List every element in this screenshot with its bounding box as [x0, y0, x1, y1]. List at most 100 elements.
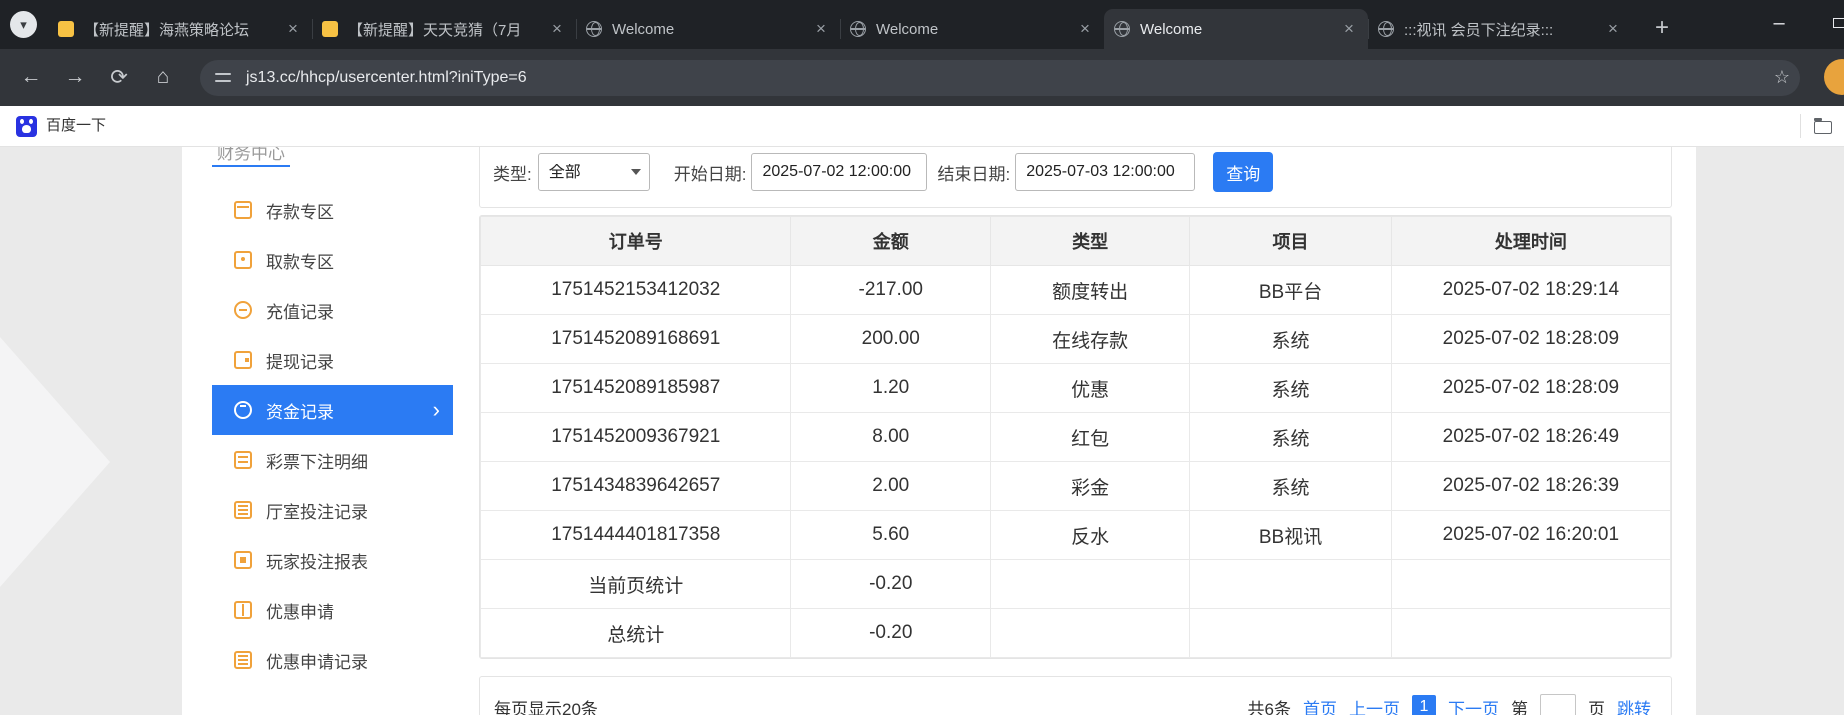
sidebar-item-lottery-bet-detail[interactable]: 彩票下注明细 — [212, 435, 453, 485]
bookmark-item-baidu[interactable]: 百度一下 — [46, 106, 106, 146]
col-process-time: 处理时间 — [1391, 217, 1670, 266]
jump-button[interactable]: 跳转 — [1617, 695, 1651, 715]
prev-page-link[interactable]: 上一页 — [1349, 695, 1400, 715]
site-info-icon[interactable] — [215, 70, 231, 86]
close-icon[interactable]: × — [1076, 19, 1094, 39]
cell-process-time: 2025-07-02 18:28:09 — [1391, 364, 1670, 413]
current-page-badge[interactable]: 1 — [1412, 695, 1436, 715]
sidebar-item-player-bet-report[interactable]: 玩家投注报表 — [212, 535, 453, 585]
browser-tab[interactable]: Welcome × — [840, 9, 1104, 49]
pagination-row: 每页显示20条 共6条 首页 上一页 1 下一页 第 页 跳转 — [494, 693, 1651, 715]
cell-empty — [1391, 560, 1670, 609]
wallet-icon — [234, 351, 252, 369]
sidebar-item-label: 优惠申请 — [266, 598, 334, 623]
background-triangle-decoration — [0, 337, 110, 587]
globe-favicon-icon — [850, 21, 866, 37]
table-row: 1751444401817358 5.60 反水 BB视讯 2025-07-02… — [481, 511, 1671, 560]
filter-panel: 类型: 全部 开始日期: 结束日期: 查询 — [479, 147, 1672, 208]
home-button[interactable]: ⌂ — [149, 63, 177, 91]
window-maximize-button[interactable] — [1833, 18, 1844, 28]
start-date-input[interactable] — [751, 153, 927, 191]
browser-tab[interactable]: 【新提醒】海燕策略论坛 × — [48, 9, 312, 49]
cell-type: 在线存款 — [991, 315, 1190, 364]
browser-tab[interactable]: 【新提醒】天天竞猜（7月 × — [312, 9, 576, 49]
type-select[interactable]: 全部 — [538, 153, 650, 191]
cell-amount: -217.00 — [791, 266, 991, 315]
sidebar-item-promo-apply[interactable]: 优惠申请 — [212, 585, 453, 635]
type-label: 类型: — [493, 160, 532, 185]
reload-button[interactable]: ⟳ — [105, 63, 133, 91]
cell-empty — [1391, 609, 1670, 658]
close-icon[interactable]: × — [548, 19, 566, 39]
next-page-link[interactable]: 下一页 — [1448, 695, 1499, 715]
chevron-down-icon: ▾ — [20, 17, 27, 33]
browser-tab[interactable]: Welcome × — [576, 9, 840, 49]
profile-avatar[interactable] — [1824, 59, 1844, 95]
pagination-controls: 共6条 首页 上一页 1 下一页 第 页 跳转 — [1248, 694, 1651, 715]
sidebar-item-label: 彩票下注明细 — [266, 448, 368, 473]
bookmarks-divider — [1800, 114, 1801, 138]
cash-icon — [234, 251, 252, 269]
window-minimize-button[interactable]: – — [1756, 6, 1802, 40]
plus-icon: + — [1655, 14, 1669, 42]
sidebar-item-label: 存款专区 — [266, 198, 334, 223]
table-row: 1751434839642657 2.00 彩金 系统 2025-07-02 1… — [481, 462, 1671, 511]
cell-project: 系统 — [1190, 413, 1391, 462]
yellow-favicon-icon — [322, 21, 338, 37]
pagination-panel: 每页显示20条 共6条 首页 上一页 1 下一页 第 页 跳转 — [479, 676, 1672, 715]
end-date-label: 结束日期: — [937, 160, 1010, 185]
cell-order-id: 1751434839642657 — [481, 462, 791, 511]
sidebar-item-promo-apply-record[interactable]: 优惠申请记录 — [212, 635, 453, 685]
back-icon: ← — [21, 65, 42, 89]
bookmark-star-icon[interactable]: ☆ — [1774, 67, 1790, 88]
sidebar-section-label: 财务中心 — [217, 147, 285, 164]
sidebar-item-fund-record-active[interactable]: 资金记录 › — [212, 385, 453, 435]
browser-tab-active[interactable]: Welcome × — [1104, 9, 1368, 49]
close-icon[interactable]: × — [1340, 19, 1358, 39]
tab-search-button[interactable]: ▾ — [10, 11, 37, 38]
records-table-panel: 订单号 金额 类型 项目 处理时间 1751452153412032 -217.… — [479, 215, 1672, 659]
close-icon[interactable]: × — [284, 19, 302, 39]
jump-page-input[interactable] — [1540, 694, 1576, 715]
sidebar-item-room-bet-record[interactable]: 厅室投注记录 — [212, 485, 453, 535]
tab-title: 【新提醒】海燕策略论坛 — [84, 19, 274, 40]
table-row-page-total: 当前页统计 -0.20 — [481, 560, 1671, 609]
cell-label: 总统计 — [481, 609, 791, 658]
cell-amount: -0.20 — [791, 560, 991, 609]
bookmarks-folder-icon[interactable] — [1814, 121, 1832, 134]
new-tab-button[interactable]: + — [1646, 12, 1678, 44]
cell-process-time: 2025-07-02 18:29:14 — [1391, 266, 1670, 315]
address-bar[interactable]: js13.cc/hhcp/usercenter.html?iniType=6 ☆ — [200, 60, 1800, 96]
cell-order-id: 1751452089168691 — [481, 315, 791, 364]
cell-process-time: 2025-07-02 16:20:01 — [1391, 511, 1670, 560]
forward-button[interactable]: → — [61, 63, 89, 91]
cell-type: 彩金 — [991, 462, 1190, 511]
cell-process-time: 2025-07-02 18:26:49 — [1391, 413, 1670, 462]
first-page-link[interactable]: 首页 — [1303, 695, 1337, 715]
sidebar-section-tab[interactable]: 财务中心 — [212, 147, 290, 167]
back-button[interactable]: ← — [17, 63, 45, 91]
note-icon — [234, 451, 252, 469]
close-icon[interactable]: × — [1604, 19, 1622, 39]
list-icon — [234, 501, 252, 519]
minimize-icon: – — [1773, 12, 1784, 35]
deposit-card-icon — [234, 201, 252, 219]
sidebar-item-withdraw-record[interactable]: 提现记录 — [212, 335, 453, 385]
tab-title: :::视讯 会员下注纪录::: — [1404, 19, 1594, 40]
browser-toolbar: ← → ⟳ ⌂ js13.cc/hhcp/usercenter.html?ini… — [0, 49, 1844, 106]
sidebar-item-deposit-zone[interactable]: 存款专区 — [212, 185, 453, 235]
cell-amount: 5.60 — [791, 511, 991, 560]
table-header-row: 订单号 金额 类型 项目 处理时间 — [481, 217, 1671, 266]
close-icon[interactable]: × — [812, 19, 830, 39]
cell-type: 红包 — [991, 413, 1190, 462]
browser-tab[interactable]: :::视讯 会员下注纪录::: × — [1368, 9, 1632, 49]
sidebar-item-recharge-record[interactable]: 充值记录 — [212, 285, 453, 335]
money-bag-icon — [234, 401, 252, 419]
end-date-input[interactable] — [1015, 153, 1195, 191]
sidebar-item-withdraw-zone[interactable]: 取款专区 — [212, 235, 453, 285]
jump-label-post: 页 — [1588, 695, 1605, 715]
search-button[interactable]: 查询 — [1213, 152, 1273, 192]
cell-type: 优惠 — [991, 364, 1190, 413]
url-text[interactable]: js13.cc/hhcp/usercenter.html?iniType=6 — [246, 60, 527, 96]
table-row: 1751452153412032 -217.00 额度转出 BB平台 2025-… — [481, 266, 1671, 315]
